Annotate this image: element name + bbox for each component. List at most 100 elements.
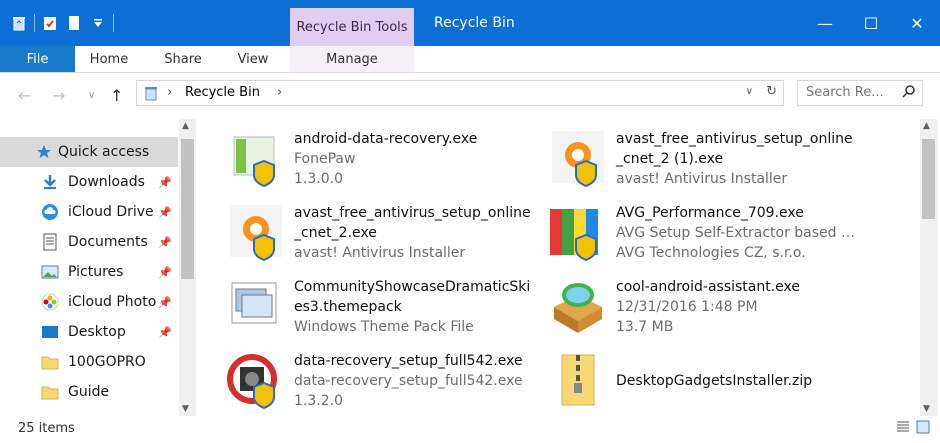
address-dropdown-icon[interactable]: ∨	[746, 86, 753, 97]
address-bar[interactable]: › Recycle Bin › ∨ ↻	[136, 80, 784, 106]
pin-icon[interactable]: 📌	[158, 236, 172, 249]
scroll-down-icon[interactable]: ▼	[182, 404, 189, 414]
close-icon: ✕	[910, 13, 924, 33]
nav-item-label: Pictures	[68, 264, 124, 280]
context-tab-recycle-bin-tools: Recycle Bin Tools	[290, 8, 414, 46]
photos-icon	[40, 292, 60, 312]
breadcrumb-chevron-icon[interactable]: ›	[167, 85, 172, 100]
minimize-icon: —	[817, 13, 833, 33]
list-item[interactable]: AVG_Performance_709.exe AVG Setup Self-E…	[518, 195, 856, 265]
nav-item-label: Documents	[68, 234, 148, 250]
recycle-bin-small-icon	[143, 85, 159, 105]
list-item[interactable]: CommunityShowcaseDramaticSkies3.themepac…	[196, 269, 530, 339]
android-assistant-icon	[548, 275, 608, 335]
minimize-button[interactable]: —	[802, 0, 848, 46]
desktop-icon	[40, 322, 60, 342]
file-detail: 12/31/2016 1:48 PM	[616, 299, 758, 315]
scroll-down-icon[interactable]: ▼	[923, 404, 930, 414]
star-icon	[34, 142, 54, 162]
large-icons-view-icon[interactable]	[916, 420, 930, 438]
data-recovery-icon	[226, 349, 286, 410]
cloud-icon	[40, 202, 60, 222]
list-item[interactable]: avast_free_antivirus_setup_online_cnet_2…	[518, 121, 853, 191]
pin-icon[interactable]: 📌	[158, 296, 172, 309]
nav-item-documents[interactable]: Documents 📌	[0, 227, 178, 257]
nav-item-label: Desktop	[68, 324, 126, 340]
maximize-button[interactable]: ☐	[848, 0, 894, 46]
pin-icon[interactable]: 📌	[158, 176, 172, 189]
forward-arrow-icon[interactable]: →	[52, 86, 65, 105]
file-detail: 13.7 MB	[616, 319, 674, 335]
list-item[interactable]: android-data-recovery.exe FonePaw 1.3.0.…	[196, 121, 526, 191]
content-scrollbar[interactable]: ▲ ▼	[920, 119, 937, 416]
tab-manage[interactable]: Manage	[290, 46, 414, 72]
file-name: AVG_Performance_709.exe	[616, 205, 804, 221]
navigation-pane: Quick access Downloads 📌 iCloud Drive 📌 …	[0, 119, 196, 416]
pin-icon[interactable]: 📌	[158, 266, 172, 279]
nav-item-icloud-drive[interactable]: iCloud Drive 📌	[0, 197, 178, 227]
breadcrumb-chevron-icon[interactable]: ›	[277, 85, 282, 100]
scrollbar-thumb[interactable]	[922, 139, 935, 219]
folder-icon	[40, 352, 60, 372]
file-detail: data-recovery_setup_full542.exe	[294, 373, 523, 389]
pin-icon[interactable]: 📌	[158, 206, 172, 219]
refresh-icon[interactable]: ↻	[766, 84, 777, 99]
file-detail: avast! Antivirus Installer	[616, 171, 788, 187]
nav-item-label: Downloads	[68, 174, 145, 190]
list-item[interactable]: DesktopGadgetsInstaller.zip	[518, 343, 848, 413]
file-name: data-recovery_setup_full542.exe	[294, 353, 523, 369]
themepack-icon	[226, 275, 286, 335]
nav-item-icloud-photo[interactable]: iCloud Photo 📌	[0, 287, 178, 317]
nav-item-label: Quick access	[58, 144, 150, 160]
properties-icon[interactable]	[41, 14, 59, 32]
list-item[interactable]: cool-android-assistant.exe 12/31/2016 1:…	[518, 269, 848, 339]
nav-item-guide[interactable]: Guide	[0, 377, 178, 407]
nav-item-label: 100GOPRO	[68, 354, 146, 370]
pin-icon[interactable]: 📌	[158, 326, 172, 339]
window-title: Recycle Bin	[434, 15, 515, 31]
tab-home[interactable]: Home	[78, 46, 140, 72]
nav-item-100gopro[interactable]: 100GOPRO	[0, 347, 178, 377]
file-name: android-data-recovery.exe	[294, 131, 478, 147]
file-list: android-data-recovery.exe FonePaw 1.3.0.…	[196, 119, 920, 416]
recent-locations-chevron-icon[interactable]: ∨	[88, 90, 95, 101]
tab-share[interactable]: Share	[152, 46, 214, 72]
file-detail: 1.3.0.0	[294, 171, 343, 187]
file-name: CommunityShowcaseDramaticSkies3.themepac…	[294, 279, 531, 315]
zip-folder-icon	[548, 349, 608, 409]
tab-view[interactable]: View	[222, 46, 284, 72]
navigation-scrollbar[interactable]: ▲ ▼	[179, 119, 196, 416]
pictures-icon	[40, 262, 60, 282]
recycle-bin-icon[interactable]	[10, 14, 28, 32]
breadcrumb-recycle-bin[interactable]: Recycle Bin	[185, 81, 260, 105]
download-arrow-icon	[40, 172, 60, 192]
nav-item-downloads[interactable]: Downloads 📌	[0, 167, 178, 197]
file-detail: 1.3.2.0	[294, 393, 343, 409]
toolbar-divider	[113, 14, 114, 32]
scroll-up-icon[interactable]: ▲	[182, 121, 189, 131]
nav-item-desktop[interactable]: Desktop 📌	[0, 317, 178, 347]
up-arrow-icon[interactable]: ↑	[110, 86, 123, 105]
file-name: DesktopGadgetsInstaller.zip	[616, 373, 813, 389]
scroll-up-icon[interactable]: ▲	[923, 121, 930, 131]
avg-icon	[548, 201, 608, 262]
nav-item-pictures[interactable]: Pictures 📌	[0, 257, 178, 287]
customize-toolbar-icon[interactable]	[89, 14, 107, 32]
search-icon[interactable]	[902, 84, 916, 102]
toolbar-divider	[34, 14, 35, 32]
list-item[interactable]: avast_free_antivirus_setup_online_cnet_2…	[196, 195, 531, 265]
details-view-icon[interactable]	[896, 420, 910, 438]
nav-item-quick-access[interactable]: Quick access	[0, 137, 178, 167]
avast-icon	[226, 201, 286, 262]
tab-file[interactable]: File	[0, 46, 75, 72]
status-bar: 25 items	[0, 416, 940, 443]
new-folder-icon[interactable]	[65, 14, 83, 32]
file-detail: FonePaw	[294, 151, 356, 167]
list-item[interactable]: data-recovery_setup_full542.exe data-rec…	[196, 343, 526, 413]
search-input[interactable]	[804, 84, 896, 101]
back-arrow-icon[interactable]: ←	[18, 86, 31, 105]
avast-icon	[548, 127, 608, 188]
scrollbar-thumb[interactable]	[181, 139, 194, 279]
search-box[interactable]	[797, 80, 923, 106]
close-button[interactable]: ✕	[894, 0, 940, 46]
